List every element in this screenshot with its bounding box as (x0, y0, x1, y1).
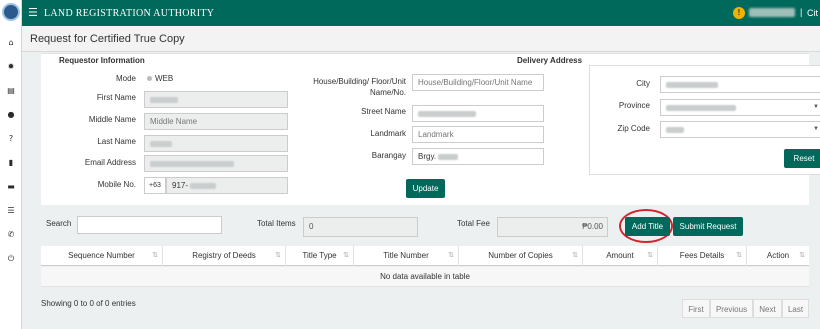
book-icon[interactable]: ▮ (6, 158, 16, 168)
barangay-value: Brgy. (418, 152, 437, 161)
barangay-label: Barangay (371, 151, 406, 160)
mobile-value: 917- (172, 181, 189, 190)
col-title-type[interactable]: Title Type ⇅ (286, 246, 354, 266)
user-name[interactable] (749, 8, 795, 17)
sort-icon: ⇅ (343, 252, 349, 259)
province-select[interactable]: ▼ (660, 99, 820, 116)
table-info: Showing 0 to 0 of 0 entries (41, 299, 136, 308)
separator: | (800, 7, 803, 17)
landmark-label: Landmark (370, 129, 406, 138)
document-icon[interactable]: ▤ (6, 86, 16, 96)
col-title-number[interactable]: Title Number ⇅ (354, 246, 459, 266)
city-select[interactable] (660, 76, 820, 93)
warning-icon[interactable]: ! (733, 7, 745, 19)
submit-request-button[interactable]: Submit Request (673, 217, 743, 236)
chevron-down-icon: ▼ (813, 104, 819, 110)
page-header: Request for Certified True Copy (22, 26, 820, 52)
delivery-heading: Delivery Address (517, 56, 583, 65)
sort-icon: ⇅ (647, 252, 653, 259)
search-input[interactable] (77, 216, 222, 234)
first-name-label: First Name (96, 93, 136, 102)
email-label: Email Address (84, 158, 136, 167)
delivery-select-box: City Province ▼ Zip Code ▼ Reset (589, 65, 820, 175)
phone-icon[interactable]: ✆ (6, 230, 16, 240)
hamburger-icon[interactable]: ☰ (28, 7, 38, 19)
pagination-previous[interactable]: Previous (710, 299, 753, 318)
mobile-field[interactable]: 917- (166, 177, 288, 194)
sort-icon: ⇅ (572, 252, 578, 259)
col-action[interactable]: Action ⇅ (747, 246, 809, 266)
pagination-next[interactable]: Next (753, 299, 782, 318)
col-amount[interactable]: Amount ⇅ (583, 246, 658, 266)
mobile-label: Mobile No. (97, 180, 136, 189)
zip-label: Zip Code (617, 124, 650, 133)
house-label: House/Building/ Floor/Unit Name/No. (313, 77, 406, 97)
total-fee-field: ₱0.00 (497, 217, 608, 237)
top-bar: ☰ LAND REGISTRATION AUTHORITY ! | Cit (22, 0, 820, 26)
search-label: Search (46, 219, 72, 228)
user-icon[interactable]: ● (6, 110, 16, 120)
request-form-card: Requestor Information Mode WEB First Nam… (41, 53, 820, 205)
last-name-field[interactable] (144, 135, 288, 152)
pagination-last[interactable]: Last (782, 299, 809, 318)
last-name-label: Last Name (97, 137, 136, 146)
reset-button[interactable]: Reset (784, 149, 820, 168)
list-icon[interactable]: ☰ (6, 206, 16, 216)
mode-label: Mode (115, 74, 136, 83)
middle-name-label: Middle Name (88, 115, 136, 124)
power-icon[interactable]: ⏻ (6, 254, 16, 264)
total-fee-label: Total Fee (457, 219, 490, 228)
lra-logo (2, 3, 20, 21)
empty-table-message: No data available in table (41, 267, 809, 287)
street-field[interactable] (412, 105, 544, 122)
city-label: City (636, 79, 650, 88)
col-registry-of-deeds[interactable]: Registry of Deeds ⇅ (163, 246, 286, 266)
mobile-prefix: +63 (144, 177, 166, 194)
email-field[interactable] (144, 155, 288, 172)
home-icon[interactable]: ⌂ (6, 38, 16, 48)
sort-icon: ⇅ (736, 252, 742, 259)
barangay-field[interactable]: Brgy. (412, 148, 544, 165)
middle-name-field[interactable]: Middle Name (144, 113, 288, 130)
help-icon[interactable]: ? (6, 134, 16, 144)
zip-select[interactable]: ▼ (660, 121, 820, 138)
sort-icon: ⇅ (799, 252, 805, 259)
chevron-down-icon: ▼ (813, 126, 819, 132)
app-title: LAND REGISTRATION AUTHORITY (44, 8, 215, 19)
update-button[interactable]: Update (406, 179, 445, 198)
house-field[interactable]: House/Building/Floor/Unit Name (412, 74, 544, 91)
sort-icon: ⇅ (152, 252, 158, 259)
pagination-first[interactable]: First (682, 299, 710, 318)
street-label: Street Name (361, 107, 406, 116)
landmark-field[interactable]: Landmark (412, 126, 544, 143)
mode-radio[interactable] (147, 76, 152, 81)
sidebar: ⌂ ✹ ▤ ● ? ▮ ▬ ☰ ✆ ⏻ (0, 0, 22, 329)
page-title: Request for Certified True Copy (30, 33, 185, 45)
province-label: Province (618, 101, 650, 110)
col-fees-details[interactable]: Fees Details ⇅ (658, 246, 747, 266)
add-title-button[interactable]: Add Title (625, 217, 670, 236)
mode-value: WEB (155, 74, 174, 83)
sun-icon[interactable]: ✹ (6, 62, 16, 72)
sort-icon: ⇅ (448, 252, 454, 259)
sort-icon: ⇅ (275, 252, 281, 259)
col-number-of-copies[interactable]: Number of Copies ⇅ (459, 246, 583, 266)
city-label[interactable]: Cit (807, 8, 818, 18)
total-items-field: 0 (303, 217, 418, 237)
requestor-heading: Requestor Information (59, 56, 145, 65)
card-icon[interactable]: ▬ (6, 182, 16, 192)
first-name-field[interactable] (144, 91, 288, 108)
col-sequence-number[interactable]: Sequence Number ⇅ (41, 246, 163, 266)
total-items-label: Total Items (257, 219, 296, 228)
